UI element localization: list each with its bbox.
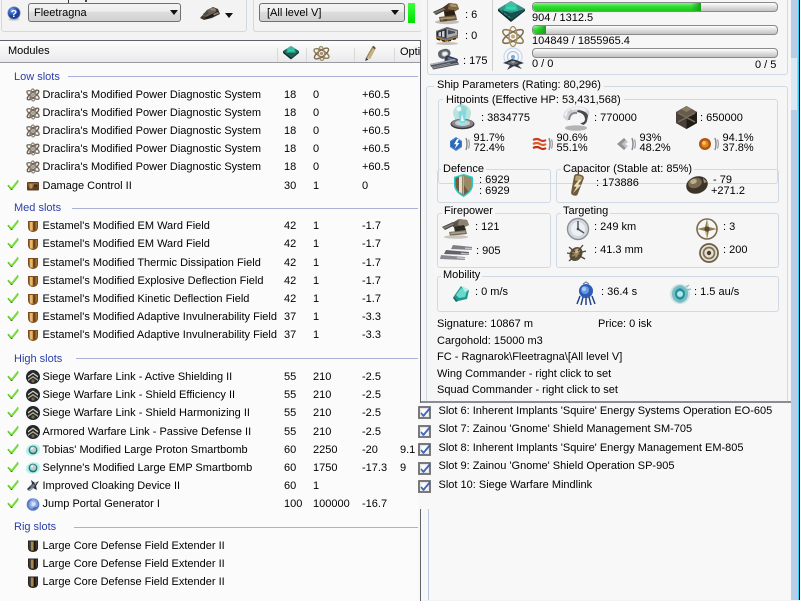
svg-text:?: ? [11,7,17,19]
